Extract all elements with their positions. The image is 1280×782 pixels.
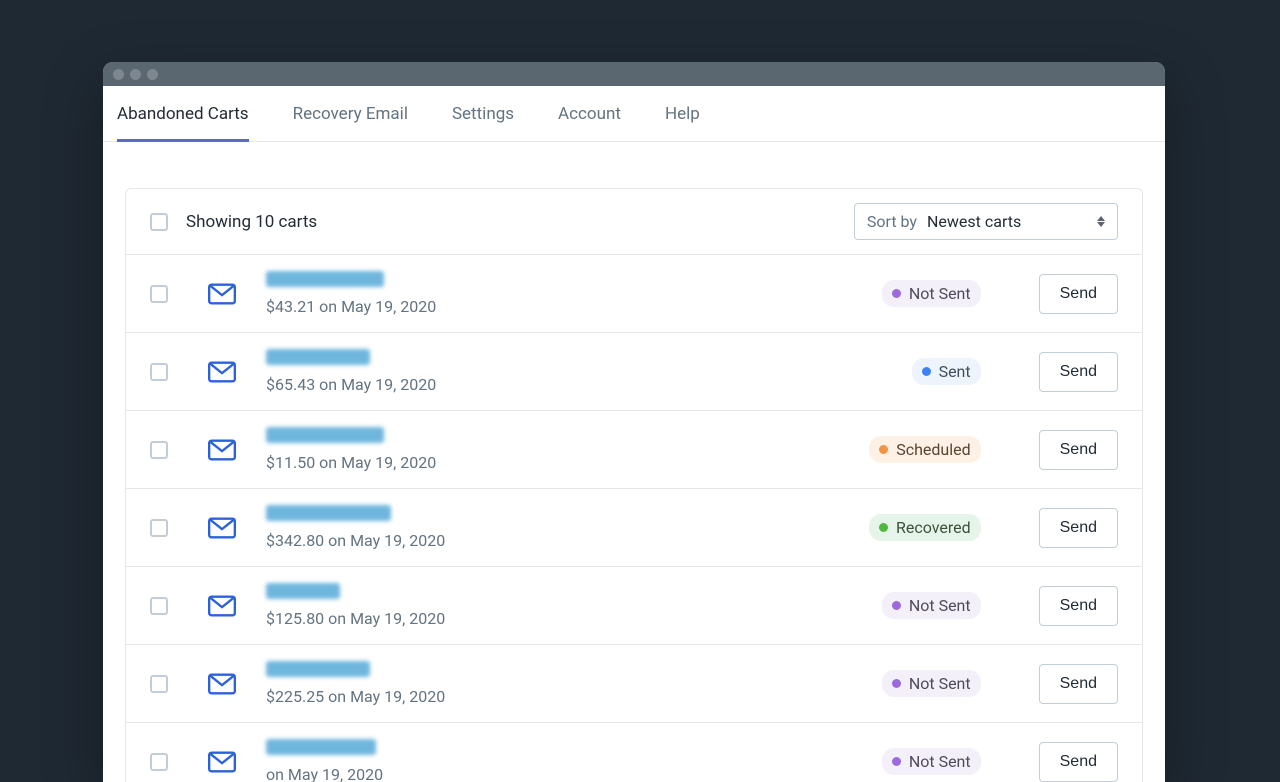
status-dot-icon bbox=[922, 367, 931, 376]
cart-amount-date: $342.80 on May 19, 2020 bbox=[266, 531, 851, 550]
app-window: Abandoned Carts Recovery Email Settings … bbox=[103, 62, 1165, 782]
customer-name-redacted bbox=[266, 583, 340, 599]
status-badge: Not Sent bbox=[882, 670, 981, 697]
cart-row: on May 19, 2020 Not Sent Send bbox=[126, 723, 1142, 782]
row-info: on May 19, 2020 bbox=[266, 739, 864, 782]
mail-icon[interactable] bbox=[208, 439, 236, 461]
customer-name-redacted bbox=[266, 427, 384, 443]
row-checkbox[interactable] bbox=[150, 753, 168, 771]
cart-row: $43.21 on May 19, 2020 Not Sent Send bbox=[126, 255, 1142, 333]
minimize-icon[interactable] bbox=[130, 69, 141, 80]
status-badge: Not Sent bbox=[882, 592, 981, 619]
status-text: Not Sent bbox=[909, 596, 971, 615]
row-checkbox[interactable] bbox=[150, 285, 168, 303]
sort-dropdown[interactable]: Sort by Newest carts bbox=[854, 203, 1118, 240]
status-text: Recovered bbox=[896, 518, 971, 537]
row-checkbox[interactable] bbox=[150, 519, 168, 537]
status-text: Not Sent bbox=[909, 674, 971, 693]
customer-name-redacted bbox=[266, 271, 384, 287]
status-dot-icon bbox=[892, 679, 901, 688]
cart-row: $125.80 on May 19, 2020 Not Sent Send bbox=[126, 567, 1142, 645]
row-checkbox[interactable] bbox=[150, 441, 168, 459]
status-badge: Not Sent bbox=[882, 280, 981, 307]
mail-icon[interactable] bbox=[208, 361, 236, 383]
tab-help[interactable]: Help bbox=[665, 86, 700, 142]
status-dot-icon bbox=[892, 289, 901, 298]
status-dot-icon bbox=[892, 757, 901, 766]
status-text: Not Sent bbox=[909, 284, 971, 303]
customer-name-redacted bbox=[266, 505, 391, 521]
row-checkbox[interactable] bbox=[150, 597, 168, 615]
status-dot-icon bbox=[892, 601, 901, 610]
status-badge: Not Sent bbox=[882, 748, 981, 775]
cart-row: $65.43 on May 19, 2020 Sent Send bbox=[126, 333, 1142, 411]
cart-row: $342.80 on May 19, 2020 Recovered Send bbox=[126, 489, 1142, 567]
status-dot-icon bbox=[879, 445, 888, 454]
customer-name-redacted bbox=[266, 349, 370, 365]
cart-amount-date: $125.80 on May 19, 2020 bbox=[266, 609, 864, 628]
sort-caret-icon bbox=[1097, 216, 1105, 227]
status-badge: Scheduled bbox=[869, 436, 980, 463]
mail-icon[interactable] bbox=[208, 595, 236, 617]
tab-account[interactable]: Account bbox=[558, 86, 621, 142]
row-info: $43.21 on May 19, 2020 bbox=[266, 271, 864, 316]
cart-row: $225.25 on May 19, 2020 Not Sent Send bbox=[126, 645, 1142, 723]
send-button[interactable]: Send bbox=[1039, 664, 1118, 704]
status-badge: Recovered bbox=[869, 514, 981, 541]
mail-icon[interactable] bbox=[208, 517, 236, 539]
cart-amount-date: $65.43 on May 19, 2020 bbox=[266, 375, 894, 394]
send-button[interactable]: Send bbox=[1039, 274, 1118, 314]
sort-value: Newest carts bbox=[927, 212, 1087, 231]
tab-abandoned-carts[interactable]: Abandoned Carts bbox=[117, 86, 249, 142]
status-text: Sent bbox=[939, 362, 971, 381]
row-info: $65.43 on May 19, 2020 bbox=[266, 349, 894, 394]
main-content: Showing 10 carts Sort by Newest carts $4… bbox=[103, 142, 1165, 782]
row-checkbox[interactable] bbox=[150, 363, 168, 381]
row-info: $225.25 on May 19, 2020 bbox=[266, 661, 864, 706]
mail-icon[interactable] bbox=[208, 673, 236, 695]
cart-amount-date: on May 19, 2020 bbox=[266, 765, 864, 782]
row-info: $11.50 on May 19, 2020 bbox=[266, 427, 851, 472]
status-badge: Sent bbox=[912, 358, 981, 385]
send-button[interactable]: Send bbox=[1039, 352, 1118, 392]
mail-icon[interactable] bbox=[208, 283, 236, 305]
row-checkbox[interactable] bbox=[150, 675, 168, 693]
carts-panel: Showing 10 carts Sort by Newest carts $4… bbox=[125, 188, 1143, 782]
cart-amount-date: $11.50 on May 19, 2020 bbox=[266, 453, 851, 472]
maximize-icon[interactable] bbox=[147, 69, 158, 80]
status-text: Scheduled bbox=[896, 440, 970, 459]
send-button[interactable]: Send bbox=[1039, 742, 1118, 782]
cart-amount-date: $225.25 on May 19, 2020 bbox=[266, 687, 864, 706]
customer-name-redacted bbox=[266, 661, 370, 677]
select-all-checkbox[interactable] bbox=[150, 213, 168, 231]
send-button[interactable]: Send bbox=[1039, 586, 1118, 626]
tab-settings[interactable]: Settings bbox=[452, 86, 514, 142]
row-info: $125.80 on May 19, 2020 bbox=[266, 583, 864, 628]
sort-label: Sort by bbox=[867, 212, 917, 231]
send-button[interactable]: Send bbox=[1039, 508, 1118, 548]
showing-count: Showing 10 carts bbox=[186, 212, 836, 232]
cart-amount-date: $43.21 on May 19, 2020 bbox=[266, 297, 864, 316]
row-info: $342.80 on May 19, 2020 bbox=[266, 505, 851, 550]
cart-list: $43.21 on May 19, 2020 Not Sent Send $65.4… bbox=[126, 255, 1142, 782]
window-titlebar bbox=[103, 62, 1165, 86]
mail-icon[interactable] bbox=[208, 751, 236, 773]
customer-name-redacted bbox=[266, 739, 376, 755]
send-button[interactable]: Send bbox=[1039, 430, 1118, 470]
panel-header: Showing 10 carts Sort by Newest carts bbox=[126, 189, 1142, 255]
tab-recovery-email[interactable]: Recovery Email bbox=[293, 86, 408, 142]
nav-tabs: Abandoned Carts Recovery Email Settings … bbox=[103, 86, 1165, 142]
status-text: Not Sent bbox=[909, 752, 971, 771]
cart-row: $11.50 on May 19, 2020 Scheduled Send bbox=[126, 411, 1142, 489]
close-icon[interactable] bbox=[113, 69, 124, 80]
status-dot-icon bbox=[879, 523, 888, 532]
